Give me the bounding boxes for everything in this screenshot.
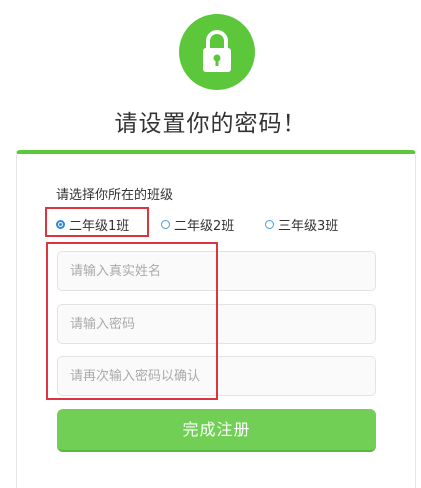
radio-unchecked-icon[interactable] bbox=[265, 219, 274, 229]
page-title: 请设置你的密码！ bbox=[114, 111, 307, 137]
lock-badge bbox=[179, 14, 255, 90]
class-option-label: 三年级3班 bbox=[278, 218, 339, 234]
class-option-2[interactable]: 二年级2班 bbox=[161, 214, 234, 234]
radio-unchecked-icon[interactable] bbox=[161, 219, 170, 229]
class-option-label: 二年级2班 bbox=[174, 218, 235, 234]
class-option-3[interactable]: 三年级3班 bbox=[265, 214, 338, 234]
complete-registration-button[interactable]: 完成注册 bbox=[57, 409, 376, 452]
lock-icon bbox=[203, 30, 231, 72]
class-select-label: 请选择你所在的班级 bbox=[56, 188, 174, 203]
inputs-highlight-box bbox=[46, 242, 218, 400]
radio-highlight-box bbox=[45, 207, 149, 237]
